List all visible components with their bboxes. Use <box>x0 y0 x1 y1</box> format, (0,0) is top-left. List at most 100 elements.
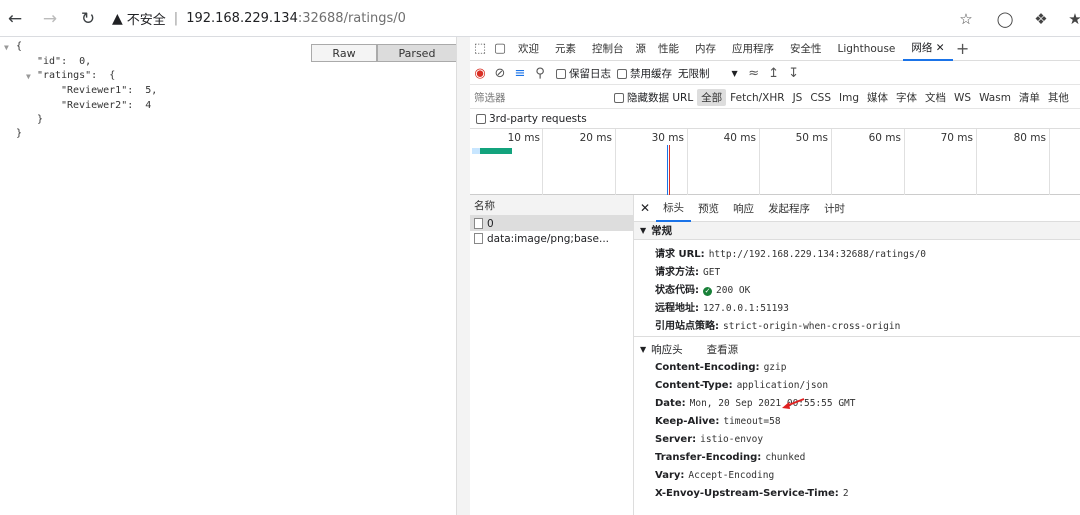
timeline-tick-label: 10 ms <box>507 132 540 144</box>
tab-initiator[interactable]: 发起程序 <box>761 195 817 222</box>
header-key: 请求方法: <box>655 267 699 278</box>
close-icon[interactable]: ✕ <box>936 42 945 54</box>
tab-timing[interactable]: 计时 <box>817 195 852 222</box>
header-row: Content-Type: application/json <box>655 380 828 391</box>
parsed-button[interactable]: Parsed <box>377 44 457 62</box>
tab-security[interactable]: 安全性 <box>782 37 830 61</box>
third-party-checkbox[interactable] <box>476 113 486 124</box>
forward-icon[interactable]: → <box>38 7 62 31</box>
filter-type-img[interactable]: Img <box>835 91 863 105</box>
download-icon[interactable]: ↧ <box>784 64 804 84</box>
header-value: strict-origin-when-cross-origin <box>723 321 901 332</box>
filter-type-ws[interactable]: WS <box>950 91 975 105</box>
url-host: 192.168.229.134 <box>186 11 298 26</box>
favorites-bar-icon[interactable]: ★ <box>1064 8 1080 30</box>
tab-memory[interactable]: 内存 <box>687 37 724 61</box>
timeline-tick-label: 60 ms <box>868 132 901 144</box>
response-headers-section-header[interactable]: ▼ 响应头 查看源 <box>634 340 1080 358</box>
json-line: "ratings": { <box>37 70 116 81</box>
request-details: ✕ 标头 预览 响应 发起程序 计时 ▼ 常规 请求 URL: http://192… <box>634 195 1080 515</box>
raw-button[interactable]: Raw <box>311 44 377 62</box>
back-icon[interactable]: ← <box>3 7 27 31</box>
throttling-select[interactable]: 无限制 <box>678 66 710 81</box>
disable-cache-checkbox[interactable] <box>617 68 627 79</box>
header-row: 远程地址: 127.0.0.1:51193 <box>655 299 789 314</box>
collections-icon[interactable]: ◯ <box>994 8 1016 30</box>
timeline-tick-label: 80 ms <box>1013 132 1046 144</box>
filter-type-media[interactable]: 媒体 <box>863 89 892 106</box>
request-name: data:image/png;base... <box>487 232 609 245</box>
json-viewer: ▼ { "id": 0, ▼ "ratings": { "Reviewer1":… <box>0 37 456 515</box>
filter-type-wasm[interactable]: Wasm <box>975 91 1015 105</box>
reload-icon[interactable]: ↻ <box>76 7 100 31</box>
record-icon[interactable]: ◉ <box>470 64 490 84</box>
hide-data-urls-checkbox[interactable] <box>614 92 624 103</box>
chevron-down-icon[interactable]: ▼ <box>732 69 738 78</box>
security-label: 不安全 <box>126 13 166 28</box>
general-title: 常规 <box>651 225 673 237</box>
search-icon[interactable]: ⚲ <box>530 64 550 84</box>
filter-icon[interactable]: ≡ <box>510 64 530 84</box>
tab-lighthouse[interactable]: Lighthouse <box>830 37 904 61</box>
name-column-header[interactable]: 名称 <box>470 195 633 216</box>
preserve-log-checkbox[interactable] <box>556 68 566 79</box>
json-line: } <box>37 114 44 125</box>
tab-preview[interactable]: 预览 <box>691 195 726 222</box>
timeline-gridline <box>687 129 688 195</box>
header-key: X-Envoy-Upstream-Service-Time: <box>655 488 839 499</box>
filter-bar: 筛选器 隐藏数据 URL 全部 Fetch/XHR JS CSS Img 媒体 … <box>470 87 1080 109</box>
tab-sources[interactable]: 源 <box>632 37 651 61</box>
view-source-link[interactable]: 查看源 <box>707 342 739 357</box>
warning-icon: ▲ <box>112 10 123 27</box>
json-line: { <box>16 41 23 52</box>
tab-application[interactable]: 应用程序 <box>724 37 782 61</box>
request-name: 0 <box>487 217 494 230</box>
image-file-icon <box>474 233 483 244</box>
close-icon[interactable]: ✕ <box>640 201 650 215</box>
network-timeline[interactable]: 10 ms 20 ms 30 ms 40 ms 50 ms 60 ms 70 m… <box>470 129 1080 195</box>
request-row[interactable]: 0 <box>470 216 633 231</box>
filter-type-css[interactable]: CSS <box>806 91 835 105</box>
inspect-icon[interactable]: ⬚ <box>470 39 490 59</box>
tab-headers[interactable]: 标头 <box>656 195 692 222</box>
filter-type-all[interactable]: 全部 <box>697 89 727 106</box>
filter-type-font[interactable]: 字体 <box>892 89 921 106</box>
tab-response[interactable]: 响应 <box>726 195 761 222</box>
collapse-toggle-icon[interactable]: ▼ <box>26 72 31 81</box>
header-key: Content-Type: <box>655 380 733 391</box>
upload-icon[interactable]: ↥ <box>764 64 784 84</box>
extensions-icon[interactable]: ❖ <box>1030 8 1052 30</box>
header-value: gzip <box>763 362 787 373</box>
tab-network-label: 网络 <box>911 42 933 54</box>
header-value: Accept-Encoding <box>688 470 775 481</box>
filter-type-js[interactable]: JS <box>789 91 807 105</box>
request-row[interactable]: data:image/png;base... <box>470 231 633 246</box>
tab-elements[interactable]: 元素 <box>547 37 584 61</box>
browser-toolbar: ← → ↻ ▲ 不安全 | 192.168.229.134:32688/rati… <box>0 0 1080 37</box>
filter-input[interactable]: 筛选器 <box>474 89 608 106</box>
tab-console[interactable]: 控制台 <box>584 37 632 61</box>
favorite-icon[interactable]: ☆ <box>955 8 977 30</box>
header-key: Date: <box>655 398 686 409</box>
tab-network[interactable]: 网络 ✕ <box>903 37 953 61</box>
tab-welcome[interactable]: 欢迎 <box>510 37 547 61</box>
collapse-toggle-icon[interactable]: ▼ <box>4 43 9 52</box>
devtools-panel: ⬚ ▢ 欢迎 元素 控制台 源 性能 内存 应用程序 安全性 Lighthous… <box>470 37 1080 515</box>
filter-type-other[interactable]: 其他 <box>1044 89 1073 106</box>
add-tab-icon[interactable]: + <box>953 39 973 59</box>
pane-splitter[interactable] <box>456 37 470 515</box>
filter-type-manifest[interactable]: 清单 <box>1015 89 1044 106</box>
third-party-bar: 3rd-party requests <box>470 109 1080 129</box>
general-section-header[interactable]: ▼ 常规 <box>634 222 1080 240</box>
device-toggle-icon[interactable]: ▢ <box>490 39 510 59</box>
clear-icon[interactable]: ⊘ <box>490 64 510 84</box>
timeline-gridline <box>759 129 760 195</box>
tab-performance[interactable]: 性能 <box>650 37 687 61</box>
wifi-icon[interactable]: ≈ <box>744 64 764 84</box>
timeline-tick-label: 30 ms <box>651 132 684 144</box>
address-bar[interactable]: ▲ 不安全 | 192.168.229.134:32688/ratings/0 <box>112 5 948 32</box>
timeline-gridline <box>976 129 977 195</box>
filter-type-doc[interactable]: 文档 <box>921 89 950 106</box>
filter-type-xhr[interactable]: Fetch/XHR <box>726 91 788 105</box>
timeline-gridline <box>542 129 543 195</box>
